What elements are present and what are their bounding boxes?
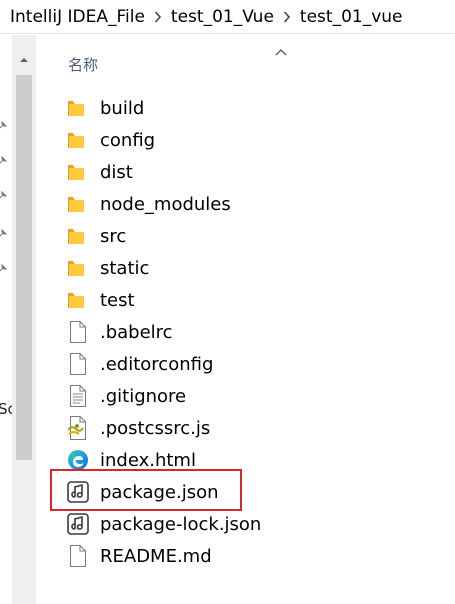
list-item[interactable]: src [66, 220, 455, 252]
file-name: index.html [100, 449, 196, 471]
folder-icon [66, 192, 90, 216]
file-name: config [100, 129, 156, 151]
breadcrumb: IntelliJ IDEA_File test_01_Vue test_01_v… [0, 0, 455, 34]
file-icon [66, 320, 90, 344]
column-header-name[interactable]: 名称 [68, 54, 98, 75]
file-name: README.md [100, 545, 212, 567]
list-item[interactable]: dist [66, 156, 455, 188]
file-name: package-lock.json [100, 513, 262, 535]
chevron-right-icon[interactable] [276, 7, 298, 27]
file-name: src [100, 225, 127, 247]
list-item[interactable]: node_modules [66, 188, 455, 220]
list-item[interactable]: build [66, 92, 455, 124]
list-item[interactable]: .postcssrc.js [66, 412, 455, 444]
scroll-up-icon[interactable] [12, 53, 36, 67]
pin-icon [0, 150, 8, 164]
json-file-icon [66, 512, 90, 536]
list-item[interactable]: .gitignore [66, 380, 455, 412]
js-file-icon [66, 416, 90, 440]
list-item[interactable]: .editorconfig [66, 348, 455, 380]
list-item[interactable]: static [66, 252, 455, 284]
file-name: static [100, 257, 150, 279]
list-item[interactable]: index.html [66, 444, 455, 476]
list-item-package-json[interactable]: package.json [66, 476, 455, 508]
file-name: package.json [100, 481, 219, 503]
pin-icon [0, 115, 8, 129]
scrollbar-thumb[interactable] [16, 75, 32, 460]
list-item[interactable]: README.md [66, 540, 455, 572]
text-file-icon [66, 384, 90, 408]
list-item[interactable]: package-lock.json [66, 508, 455, 540]
pin-icon [0, 258, 8, 272]
file-icon [66, 352, 90, 376]
pin-icon [0, 185, 8, 199]
folder-icon [66, 256, 90, 280]
file-name: .editorconfig [100, 353, 214, 375]
file-name: node_modules [100, 193, 231, 215]
folder-icon [66, 224, 90, 248]
chevron-right-icon[interactable] [147, 7, 169, 27]
folder-icon [66, 128, 90, 152]
file-icon [66, 544, 90, 568]
file-name: .gitignore [100, 385, 187, 407]
json-file-icon [66, 480, 90, 504]
breadcrumb-item-test-01-vue-parent[interactable]: test_01_Vue [169, 7, 276, 27]
file-name: test [100, 289, 135, 311]
breadcrumb-item-intellij-idea-file[interactable]: IntelliJ IDEA_File [8, 7, 147, 27]
navigation-pane: Sc [0, 35, 40, 604]
file-name: build [100, 97, 145, 119]
folder-icon [66, 160, 90, 184]
nav-scrollbar[interactable] [12, 35, 36, 604]
file-name: .postcssrc.js [100, 417, 211, 439]
edge-html-icon [66, 448, 90, 472]
file-list: build config dist node_modules src stati… [66, 92, 455, 572]
list-item[interactable]: test [66, 284, 455, 316]
folder-icon [66, 96, 90, 120]
list-item[interactable]: .babelrc [66, 316, 455, 348]
sort-ascending-icon [274, 42, 288, 56]
list-item[interactable]: config [66, 124, 455, 156]
breadcrumb-item-test-01-vue-current[interactable]: test_01_vue [298, 7, 405, 27]
file-name: dist [100, 161, 133, 183]
column-header-row: 名称 [62, 42, 455, 82]
pin-icon [0, 223, 8, 237]
folder-icon [66, 288, 90, 312]
file-name: .babelrc [100, 321, 173, 343]
